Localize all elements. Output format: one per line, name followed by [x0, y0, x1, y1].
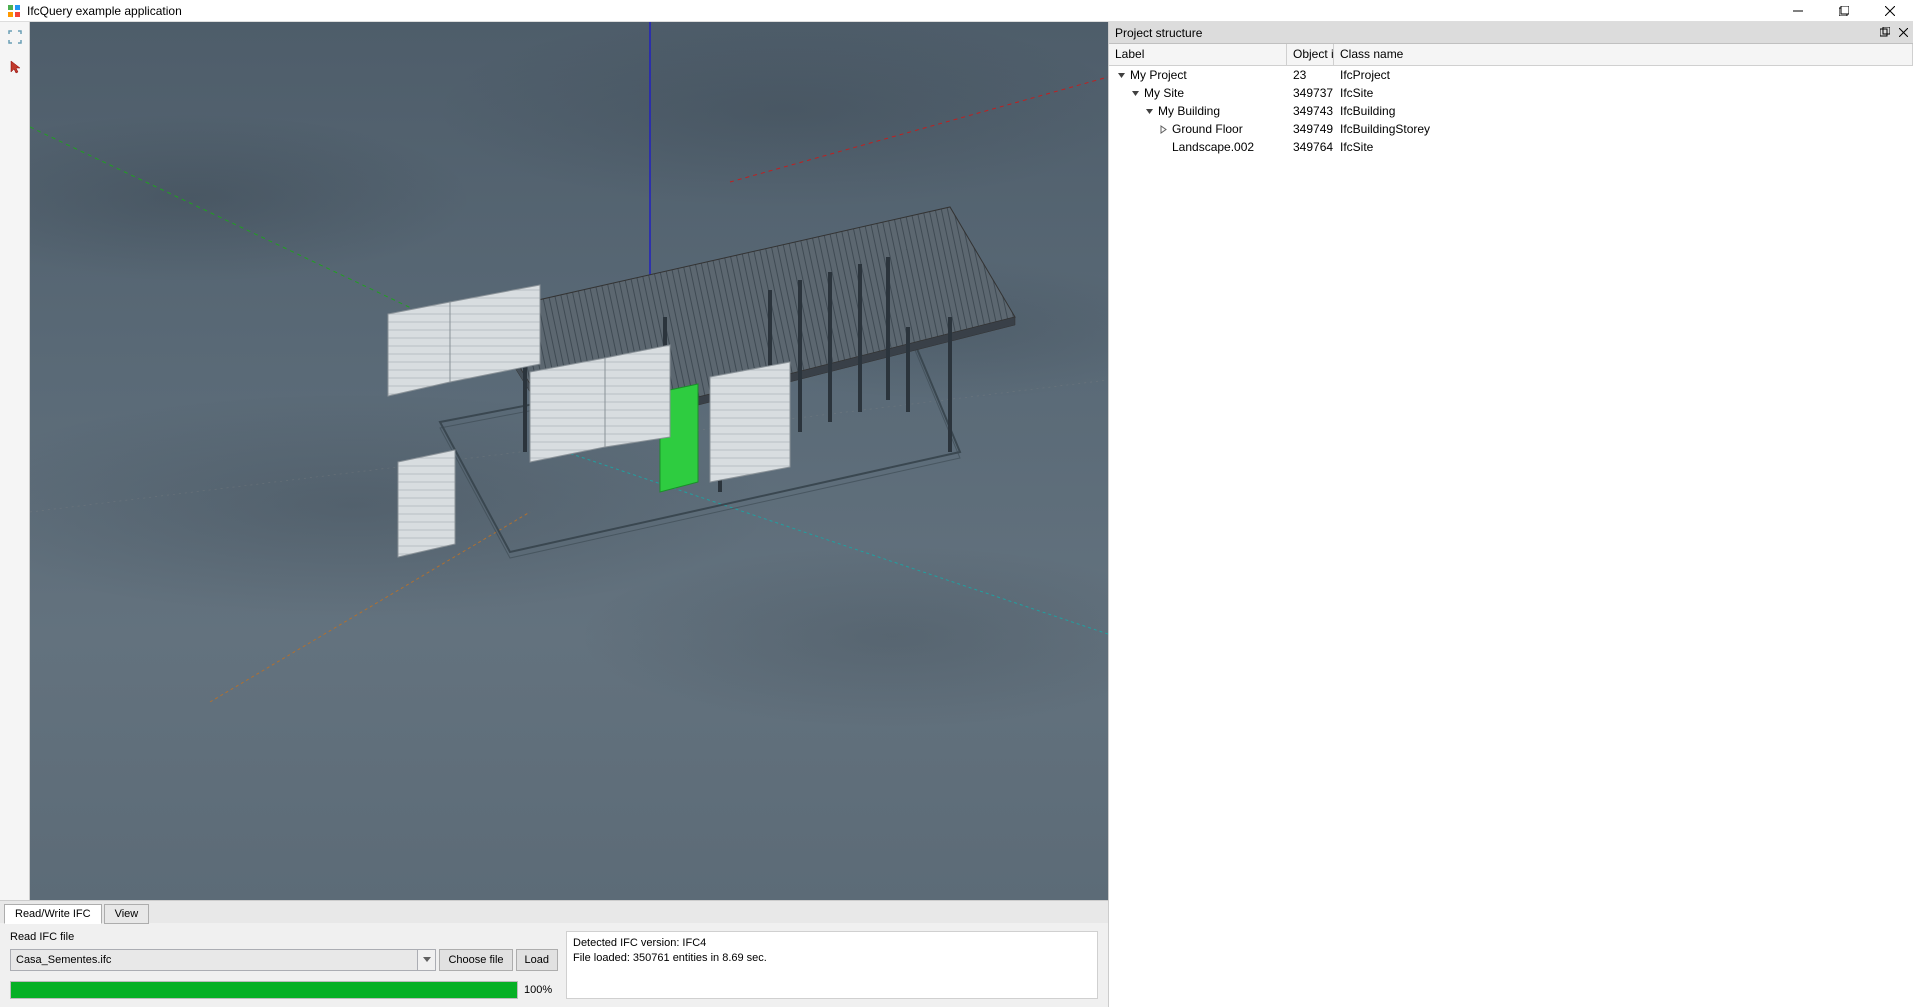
expander-none: [1157, 141, 1169, 153]
read-ifc-section: Read IFC file Choose file Load: [10, 931, 558, 999]
log-line: Detected IFC version: IFC4: [573, 936, 1091, 951]
chevron-down-icon[interactable]: [1129, 87, 1141, 99]
tree-row[interactable]: My Project 23IfcProject: [1109, 66, 1913, 84]
col-header-label[interactable]: Label: [1109, 44, 1287, 65]
window-titlebar: IfcQuery example application: [0, 0, 1913, 22]
minimize-button[interactable]: [1775, 0, 1821, 22]
tree-row-class: IfcSite: [1334, 86, 1913, 100]
tab-read-write-ifc[interactable]: Read/Write IFC: [4, 904, 102, 924]
cursor-icon[interactable]: [1, 53, 29, 81]
tree-row-label: Landscape.002: [1172, 140, 1254, 154]
col-header-id[interactable]: Object id: [1287, 44, 1334, 65]
tree-row[interactable]: Ground Floor 349749IfcBuildingStorey: [1109, 120, 1913, 138]
bottom-panel: Read/Write IFC View Read IFC file Choose…: [0, 900, 1108, 1007]
tree-row[interactable]: My Building 349743IfcBuilding: [1109, 102, 1913, 120]
tree-column-headers: Label Object id Class name: [1109, 44, 1913, 66]
load-button[interactable]: Load: [516, 949, 558, 971]
chevron-right-icon[interactable]: [1157, 123, 1169, 135]
tree-row[interactable]: My Site 349737IfcSite: [1109, 84, 1913, 102]
tree-row-label: My Project: [1130, 68, 1187, 82]
chevron-down-icon[interactable]: [1143, 105, 1155, 117]
panel-float-icon[interactable]: [1877, 24, 1893, 40]
project-structure-panel: Project structure Label Object id Class …: [1108, 22, 1913, 1007]
panel-close-icon[interactable]: [1895, 24, 1911, 40]
left-toolbar: [0, 22, 30, 900]
tree-row-class: IfcSite: [1334, 140, 1913, 154]
tree-row[interactable]: Landscape.002 349764IfcSite: [1109, 138, 1913, 156]
filename-combo[interactable]: [10, 949, 436, 971]
load-progress-pct: 100%: [524, 984, 558, 996]
log-line: File loaded: 350761 entities in 8.69 sec…: [573, 951, 1091, 966]
load-progress-bar: [10, 981, 518, 999]
bottom-tabs: Read/Write IFC View: [0, 901, 1108, 923]
tree-row-label: My Building: [1158, 104, 1220, 118]
filename-dropdown-icon[interactable]: [418, 949, 436, 971]
tree-row-id: 349737: [1287, 86, 1334, 100]
tree-row-id: 349749: [1287, 122, 1334, 136]
tree-row-id: 349743: [1287, 104, 1334, 118]
window-controls: [1775, 0, 1913, 22]
panel-title: Project structure: [1115, 26, 1202, 40]
filename-input[interactable]: [10, 949, 418, 971]
window-title: IfcQuery example application: [27, 4, 182, 18]
tree-row-label: Ground Floor: [1172, 122, 1243, 136]
app-icon: [6, 3, 22, 19]
fullscreen-icon[interactable]: [1, 23, 29, 51]
tree-row-id: 23: [1287, 68, 1334, 82]
tree-row-label: My Site: [1144, 86, 1184, 100]
tree-row-class: IfcBuilding: [1334, 104, 1913, 118]
close-button[interactable]: [1867, 0, 1913, 22]
viewport-3d[interactable]: [30, 22, 1108, 900]
tree-row-class: IfcBuildingStorey: [1334, 122, 1913, 136]
choose-file-button[interactable]: Choose file: [439, 949, 512, 971]
tree-row-id: 349764: [1287, 140, 1334, 154]
panel-header: Project structure: [1109, 22, 1913, 44]
chevron-down-icon[interactable]: [1115, 69, 1127, 81]
read-ifc-label: Read IFC file: [10, 931, 558, 943]
log-output: Detected IFC version: IFC4 File loaded: …: [566, 931, 1098, 999]
tree-body[interactable]: My Project23IfcProjectMy Site349737IfcSi…: [1109, 66, 1913, 1007]
tree-row-class: IfcProject: [1334, 68, 1913, 82]
tab-view[interactable]: View: [104, 904, 150, 924]
maximize-button[interactable]: [1821, 0, 1867, 22]
col-header-class[interactable]: Class name: [1334, 44, 1913, 65]
